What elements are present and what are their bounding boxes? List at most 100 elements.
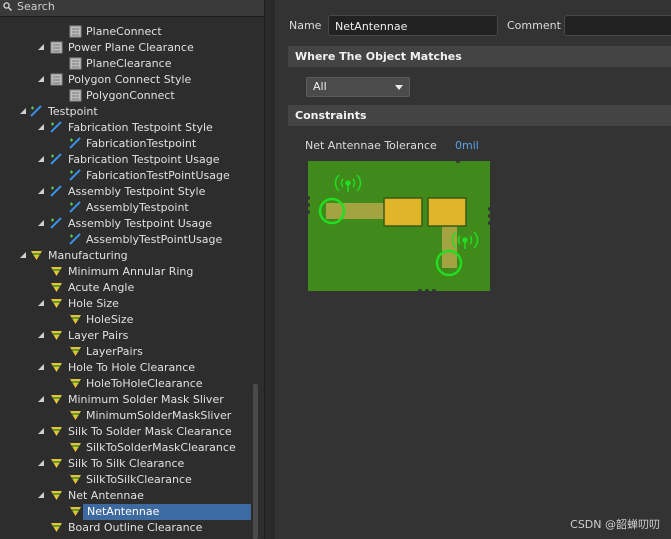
testpoint-category-icon [30, 105, 43, 118]
name-field[interactable]: NetAntennae [328, 15, 498, 36]
tree-item[interactable]: HoleToHoleClearance [0, 376, 258, 392]
tree-item[interactable]: FabricationTestpoint [0, 136, 258, 152]
tree-item-label: Net Antennae [68, 489, 144, 502]
tree-item-label: Layer Pairs [68, 329, 129, 342]
object-match-value: All [313, 80, 327, 93]
rule-type-icon [50, 73, 63, 86]
tree-scrollbar[interactable] [253, 384, 258, 539]
rule-instance-icon [69, 57, 82, 70]
expand-down-icon[interactable] [36, 40, 46, 56]
tree-item-label: HoleSize [86, 313, 134, 326]
tree-item[interactable]: Testpoint [0, 104, 258, 120]
tree-item[interactable]: Manufacturing [0, 248, 258, 264]
expand-down-icon[interactable] [36, 456, 46, 472]
expand-down-icon[interactable] [36, 296, 46, 312]
tree-item[interactable]: Fabrication Testpoint Usage [0, 152, 258, 168]
tree-item[interactable]: AssemblyTestpoint [0, 200, 258, 216]
manufacturing-rule-icon [69, 313, 82, 326]
tree-item-label: FabricationTestPointUsage [86, 169, 230, 182]
tree-item[interactable]: Assembly Testpoint Style [0, 184, 258, 200]
tree-item-label: Minimum Solder Mask Sliver [68, 393, 224, 406]
tree-item-label: Power Plane Clearance [68, 41, 194, 54]
expand-down-icon[interactable] [36, 152, 46, 168]
testpoint-rule-icon [50, 217, 63, 230]
search-label: Search [17, 0, 55, 13]
testpoint-rule-icon [50, 153, 63, 166]
expand-down-icon[interactable] [36, 120, 46, 136]
tree-item[interactable]: Assembly Testpoint Usage [0, 216, 258, 232]
manufacturing-rule-icon [50, 329, 63, 342]
tree-item[interactable]: Silk To Silk Clearance [0, 456, 258, 472]
tree-item-label: SilkToSolderMaskClearance [86, 441, 236, 454]
testpoint-rule-icon [50, 121, 63, 134]
tolerance-value[interactable]: 0mil [455, 139, 479, 152]
object-match-dropdown[interactable]: All [306, 77, 410, 97]
tree-item[interactable]: Net Antennae [0, 488, 258, 504]
tree-item[interactable]: Board Outline Clearance [0, 520, 258, 536]
rule-instance-icon [69, 25, 82, 38]
tree-item-label: LayerPairs [86, 345, 143, 358]
tree-item[interactable]: Fabrication Testpoint Style [0, 120, 258, 136]
expand-down-icon[interactable] [36, 184, 46, 200]
expand-down-icon[interactable] [36, 72, 46, 88]
expand-down-icon[interactable] [18, 248, 28, 264]
tree-item[interactable]: PlaneClearance [0, 56, 258, 72]
panel-splitter[interactable] [264, 0, 275, 539]
tolerance-label: Net Antennae Tolerance [305, 139, 437, 152]
manufacturing-rule-icon [50, 393, 63, 406]
tree-item-label: PlaneConnect [86, 25, 162, 38]
manufacturing-rule-icon [69, 345, 82, 358]
tree-item[interactable]: SilkToSilkClearance [0, 472, 258, 488]
tree-item[interactable]: Minimum Annular Ring [0, 264, 258, 280]
tree-item[interactable]: SilkToSolderMaskClearance [0, 440, 258, 456]
tree-item-label: MinimumSolderMaskSliver [86, 409, 232, 422]
expand-down-icon[interactable] [18, 104, 28, 120]
expand-right-icon[interactable] [36, 264, 46, 280]
expand-down-icon[interactable] [36, 392, 46, 408]
tree-item[interactable]: PolygonConnect [0, 88, 258, 104]
search-bar[interactable]: Search [0, 0, 264, 17]
comment-field[interactable] [564, 15, 671, 36]
expand-right-icon[interactable] [36, 520, 46, 536]
tree-item[interactable]: HoleSize [0, 312, 258, 328]
tree-item-label: Testpoint [48, 105, 98, 118]
tree-item-label: Assembly Testpoint Style [68, 185, 206, 198]
tree-item[interactable]: Layer Pairs [0, 328, 258, 344]
manufacturing-rule-icon [50, 265, 63, 278]
testpoint-rule-icon [69, 169, 82, 182]
expand-down-icon[interactable] [36, 488, 46, 504]
expand-down-icon[interactable] [36, 424, 46, 440]
net-antennae-diagram [308, 161, 490, 291]
manufacturing-rule-icon [50, 297, 63, 310]
tree-item[interactable]: AssemblyTestPointUsage [0, 232, 258, 248]
expand-down-icon[interactable] [36, 216, 46, 232]
tree-item[interactable]: Polygon Connect Style [0, 72, 258, 88]
tree-item[interactable]: Silk To Solder Mask Clearance [0, 424, 258, 440]
expand-right-icon[interactable] [36, 280, 46, 296]
tree-item[interactable]: Hole To Hole Clearance [0, 360, 258, 376]
tree-item-label: PlaneClearance [86, 57, 172, 70]
tree-item[interactable]: PlaneConnect [0, 24, 258, 40]
tree-item[interactable]: Acute Angle [0, 280, 258, 296]
pad-right [427, 197, 467, 227]
tree-item[interactable]: Minimum Solder Mask Sliver [0, 392, 258, 408]
expand-down-icon[interactable] [36, 360, 46, 376]
manufacturing-category-icon [30, 249, 43, 262]
constraints-header: Constraints [288, 105, 671, 126]
tree-item[interactable]: NetAntennae [0, 504, 258, 520]
tree-item[interactable]: FabricationTestPointUsage [0, 168, 258, 184]
tree-item[interactable]: Hole Size [0, 296, 258, 312]
tree-item-label: NetAntennae [83, 504, 251, 520]
search-icon [3, 2, 12, 11]
expand-down-icon[interactable] [36, 328, 46, 344]
tree-item-label: Polygon Connect Style [68, 73, 192, 86]
tree-item-label: Silk To Solder Mask Clearance [68, 425, 232, 438]
tree-item[interactable]: MinimumSolderMaskSliver [0, 408, 258, 424]
tree-item[interactable]: Power Plane Clearance [0, 40, 258, 56]
tree-item-label: Hole Size [68, 297, 119, 310]
manufacturing-rule-icon [50, 361, 63, 374]
manufacturing-rule-icon [50, 521, 63, 534]
tree-item-label: Silk To Silk Clearance [68, 457, 185, 470]
tree-item[interactable]: LayerPairs [0, 344, 258, 360]
tree-item-label: AssemblyTestPointUsage [86, 233, 223, 246]
